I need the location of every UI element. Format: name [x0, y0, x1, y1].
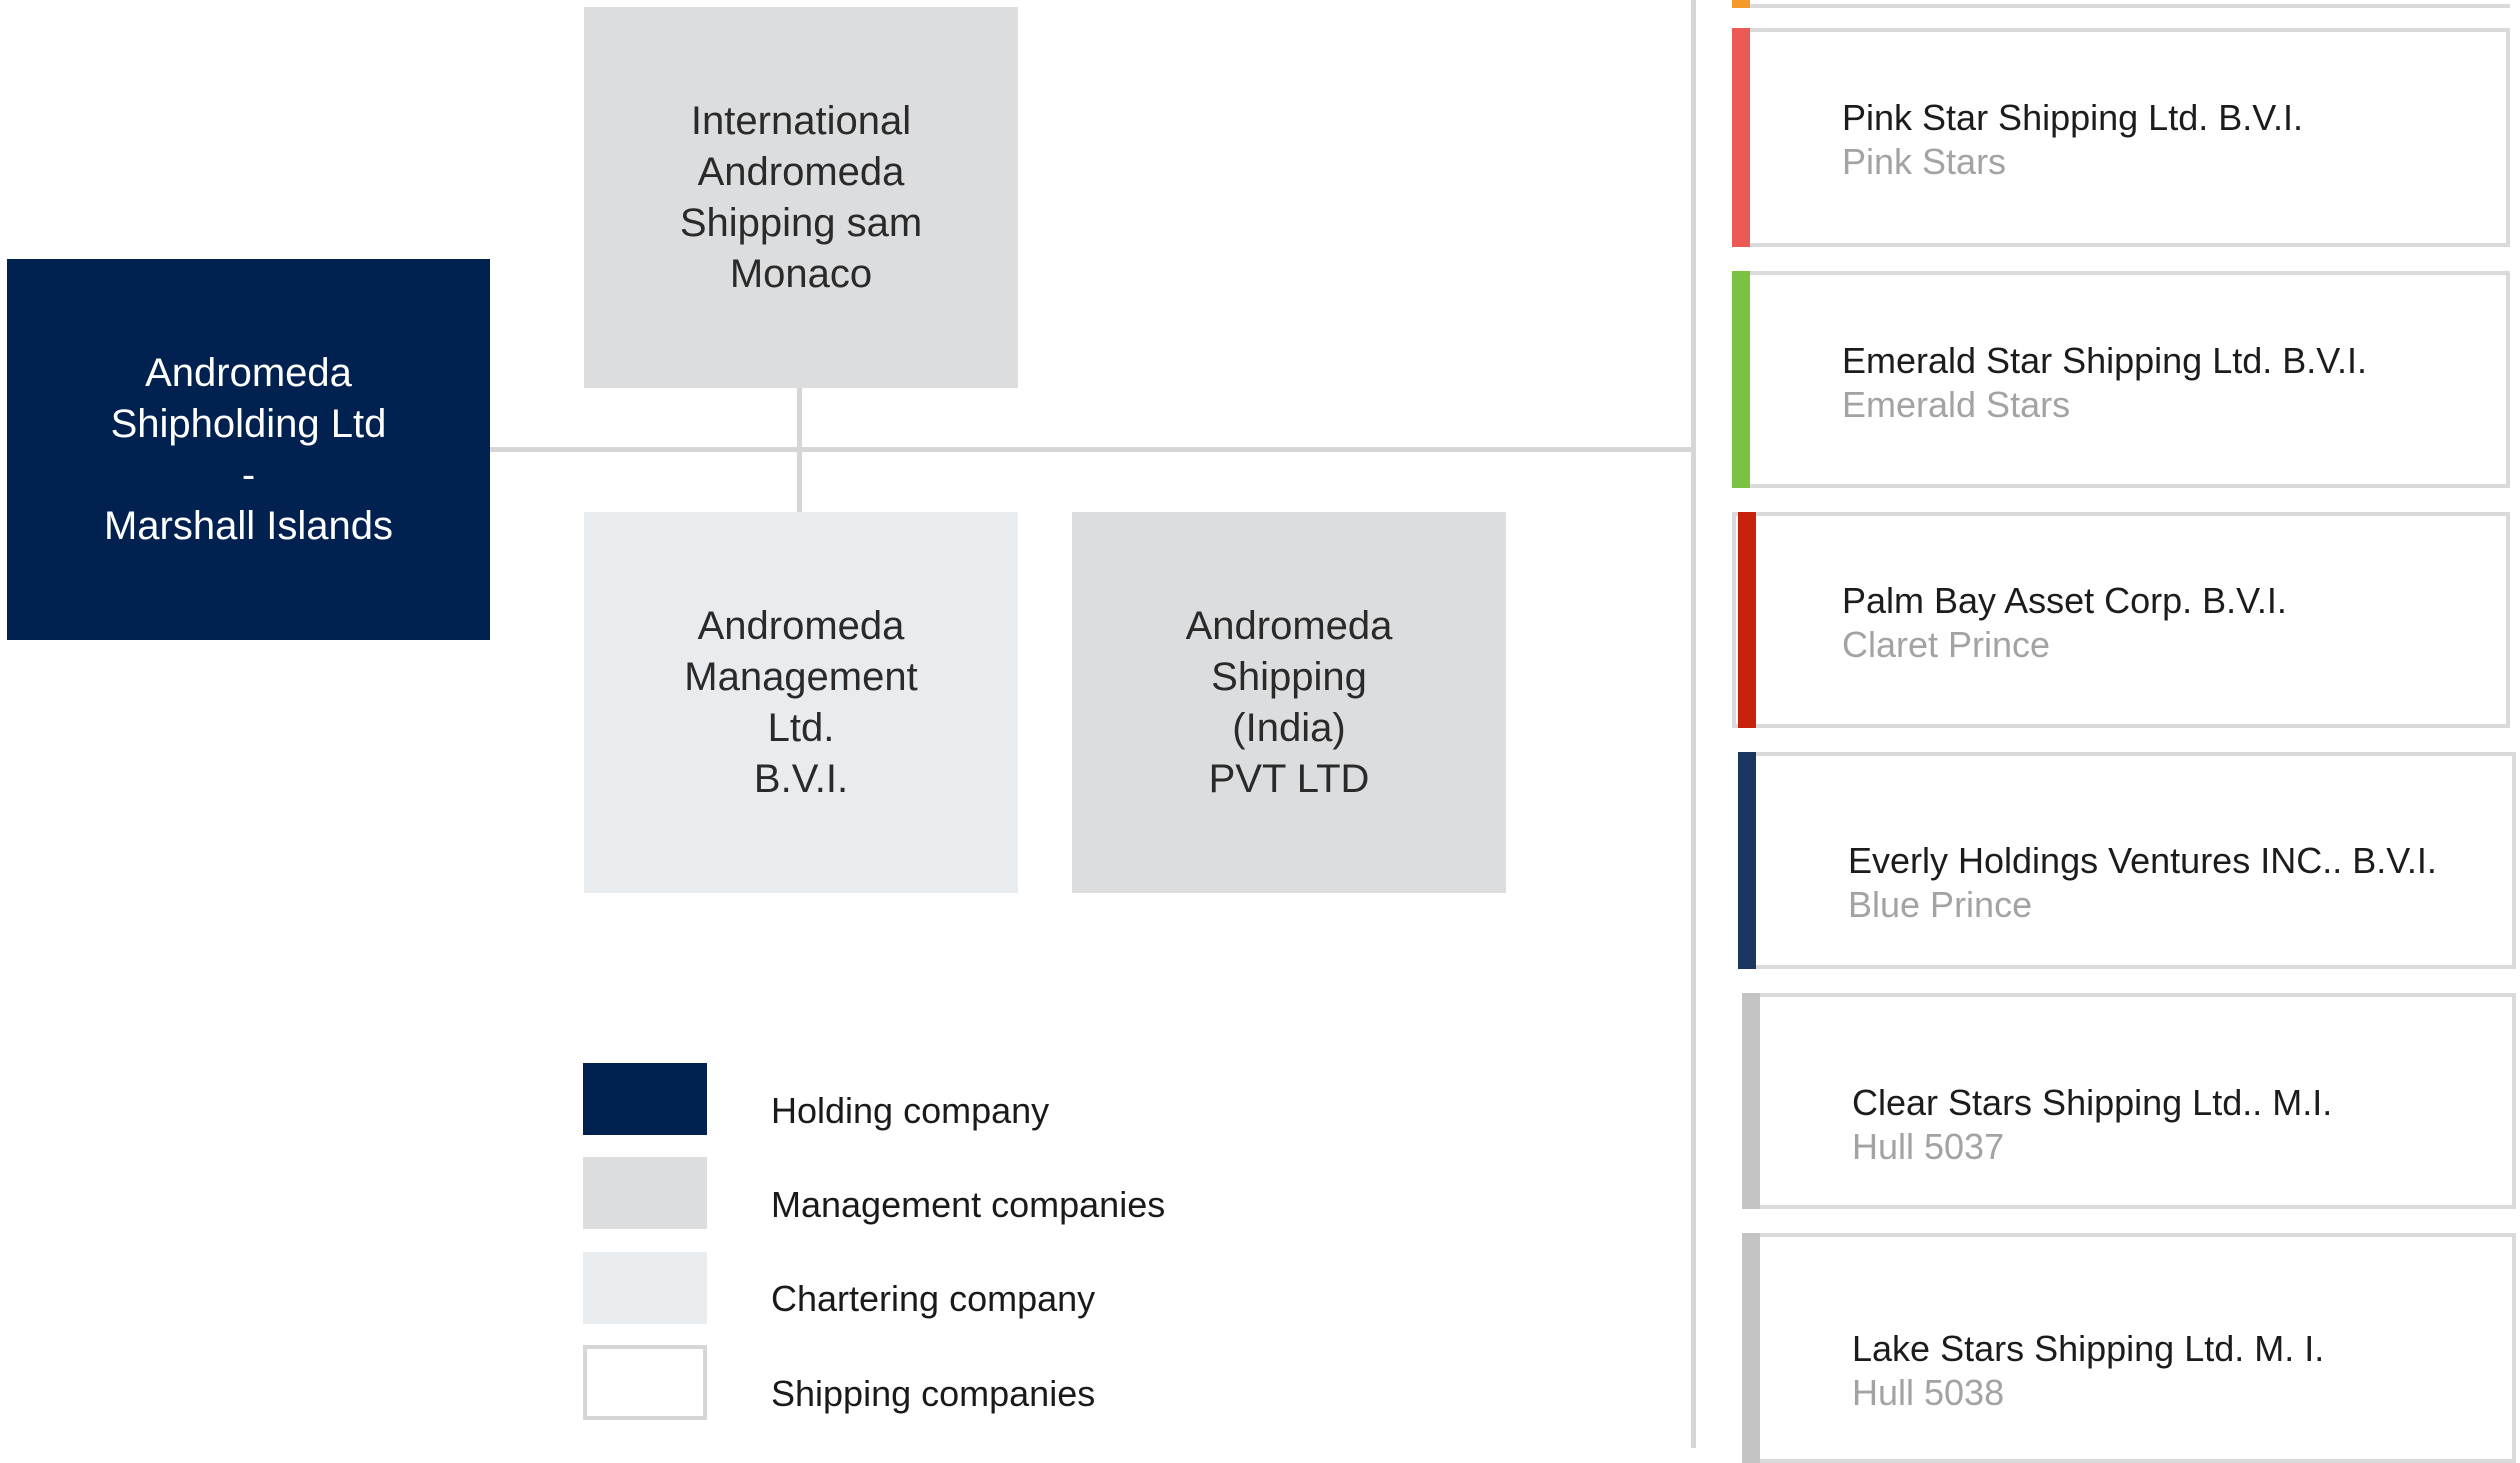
ship-company-name: Emerald Star Shipping Ltd. B.V.I.	[1842, 340, 2367, 381]
legend-label-shipping: Shipping companies	[771, 1373, 1096, 1414]
ship-vessel-name: Hull 5038	[1852, 1372, 2005, 1413]
ship-card-palm-bay: Palm Bay Asset Corp. B.V.I. Claret Princ…	[1732, 512, 2510, 728]
ship-vessel-name: Hull 5037	[1852, 1126, 2005, 1167]
ship-color-bar	[1738, 752, 1756, 969]
ship-color-bar	[1742, 993, 1760, 1209]
management-india-box: Andromeda Shipping (India) PVT LTD	[1072, 512, 1506, 893]
connector-vertical	[797, 388, 802, 512]
legend-swatch-management	[583, 1157, 707, 1229]
legend-label-management: Management companies	[771, 1184, 1166, 1225]
holding-line-1: Andromeda	[145, 350, 352, 395]
divider-vertical	[1691, 0, 1696, 1448]
legend-label-chartering: Chartering company	[771, 1278, 1096, 1319]
monaco-line-1: International	[690, 98, 912, 143]
legend-swatch-holding	[583, 1063, 707, 1135]
ship-company-name: Clear Stars Shipping Ltd.. M.I.	[1852, 1082, 2333, 1123]
ship-color-bar	[1732, 28, 1750, 247]
legend-label-holding: Holding company	[771, 1090, 1050, 1131]
ship-vessel-name: Claret Prince	[1842, 624, 2051, 665]
monaco-line-3: Shipping sam	[679, 200, 923, 245]
chartering-company-box: Andromeda Management Ltd. B.V.I.	[584, 512, 1018, 893]
partial-card-top	[1732, 0, 2510, 8]
monaco-line-4: Monaco	[729, 251, 873, 296]
india-line-1: Andromeda	[1185, 603, 1393, 648]
india-line-4: PVT LTD	[1208, 756, 1370, 801]
ship-company-name: Everly Holdings Ventures INC.. B.V.I.	[1848, 840, 2437, 881]
connector-horizontal	[490, 447, 1695, 452]
legend-swatch-chartering	[583, 1252, 707, 1324]
ship-card-everly-holdings: Everly Holdings Ventures INC.. B.V.I. Bl…	[1738, 752, 2516, 969]
ship-card-pink-star: Pink Star Shipping Ltd. B.V.I. Pink Star…	[1732, 28, 2510, 247]
charter-line-2: Management	[684, 654, 918, 699]
partial-card-accent	[1732, 0, 1750, 8]
charter-line-1: Andromeda	[697, 603, 905, 648]
management-monaco-box: International Andromeda Shipping sam Mon…	[584, 7, 1018, 388]
ship-vessel-name: Emerald Stars	[1842, 384, 2071, 425]
charter-line-3: Ltd.	[767, 705, 835, 750]
ship-card-lake-stars: Lake Stars Shipping Ltd. M. I. Hull 5038	[1742, 1233, 2516, 1463]
monaco-line-2: Andromeda	[697, 149, 905, 194]
charter-line-4: B.V.I.	[753, 756, 849, 801]
ship-vessel-name: Blue Prince	[1848, 884, 2033, 925]
holding-line-4: Marshall Islands	[103, 503, 393, 548]
legend-swatch-shipping	[583, 1345, 707, 1420]
ship-card-emerald-star: Emerald Star Shipping Ltd. B.V.I. Emeral…	[1732, 271, 2510, 488]
ship-company-name: Palm Bay Asset Corp. B.V.I.	[1842, 580, 2287, 621]
india-line-2: Shipping	[1211, 654, 1367, 699]
ship-company-name: Pink Star Shipping Ltd. B.V.I.	[1842, 97, 2303, 138]
holding-company-box: Andromeda Shipholding Ltd - Marshall Isl…	[7, 259, 490, 640]
ship-color-bar	[1732, 271, 1750, 488]
ship-card-clear-stars: Clear Stars Shipping Ltd.. M.I. Hull 503…	[1742, 993, 2516, 1209]
ship-vessel-name: Pink Stars	[1842, 141, 2007, 182]
india-line-3: (India)	[1232, 705, 1346, 750]
holding-line-2: Shipholding Ltd	[110, 401, 387, 446]
ship-company-name: Lake Stars Shipping Ltd. M. I.	[1852, 1328, 2325, 1369]
holding-line-3: -	[241, 452, 256, 497]
ship-color-bar	[1742, 1233, 1760, 1463]
ship-color-bar	[1738, 512, 1756, 728]
